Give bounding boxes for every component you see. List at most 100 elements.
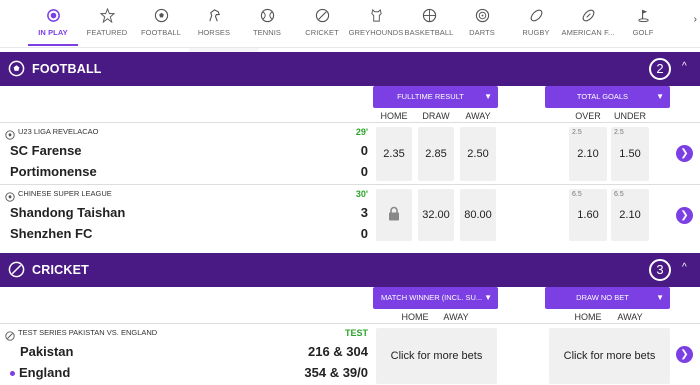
home-score: 0: [360, 143, 368, 158]
more-bets-button[interactable]: Click for more bets: [376, 328, 497, 384]
nav-label: DARTS: [469, 28, 495, 37]
cricket-section-header[interactable]: CRICKET 3 ^: [0, 253, 700, 287]
odds-draw[interactable]: 2.85: [418, 127, 454, 181]
nav-item-basketball[interactable]: BASKETBALL: [404, 0, 454, 46]
column-header-over: OVER: [575, 111, 601, 121]
football-icon: [5, 189, 15, 202]
basketball-icon: [422, 8, 437, 23]
cricket-icon: [5, 328, 15, 341]
nav-label: FEATURED: [86, 28, 128, 37]
home-score: 216 & 304: [308, 344, 368, 359]
odds-value: 80.00: [464, 209, 492, 221]
nav-label: BASKETBALL: [404, 28, 454, 37]
home-team: SC Farense: [10, 143, 82, 158]
nav-next-arrow[interactable]: ›: [694, 14, 697, 25]
nav-label: GOLF: [632, 28, 654, 37]
away-team: Portimonense: [10, 164, 97, 179]
league-name: TEST SERIES PAKISTAN VS. ENGLAND: [18, 328, 158, 337]
event-count-badge: 2: [649, 58, 671, 80]
event-row[interactable]: U23 LIGA REVELACAO 29' SC Farense Portim…: [0, 122, 700, 184]
cricket-icon: [315, 8, 330, 23]
nav-item-football[interactable]: FOOTBALL: [134, 0, 188, 46]
nav-item-darts[interactable]: DARTS: [460, 0, 504, 46]
golf-icon: [636, 8, 651, 23]
lock-icon: [376, 206, 412, 224]
dropdown-label: DRAW NO BET: [576, 293, 629, 302]
home-team: Pakistan: [20, 344, 74, 359]
nav-item-tennis[interactable]: TENNIS: [243, 0, 291, 46]
league-name: U23 LIGA REVELACAO: [18, 127, 99, 136]
more-markets-button[interactable]: ❯: [676, 346, 693, 363]
nav-item-cricket[interactable]: CRICKET: [298, 0, 346, 46]
odds-over[interactable]: 2.5 2.10: [569, 127, 607, 181]
nav-item-greyhounds[interactable]: GREYHOUNDS: [348, 0, 404, 46]
odds-value: 2.85: [425, 148, 447, 160]
home-team: Shandong Taishan: [10, 205, 126, 220]
away-score: 0: [360, 164, 368, 179]
match-minute: 29': [355, 127, 368, 137]
darts-icon: [475, 8, 490, 23]
football-market-bar: FULLTIME RESULT ▼ TOTAL GOALS ▼ HOME DRA…: [0, 86, 700, 122]
section-title: FOOTBALL: [32, 62, 102, 76]
rugby-icon: [529, 8, 544, 23]
caret-down-icon: ▼: [656, 92, 664, 101]
away-team: England: [19, 365, 71, 380]
odds-away[interactable]: 2.50: [460, 127, 496, 181]
american-football-icon: [581, 8, 596, 23]
odds-under[interactable]: 2.5 1.50: [611, 127, 649, 181]
odds-home[interactable]: 2.35: [376, 127, 412, 181]
away-score: 0: [360, 226, 368, 241]
caret-down-icon: ▼: [484, 293, 492, 302]
match-winner-dropdown[interactable]: MATCH WINNER (INCL. SU... ▼: [373, 287, 498, 309]
goals-line: 6.5: [614, 191, 624, 198]
column-header-under: UNDER: [613, 111, 646, 121]
total-goals-dropdown[interactable]: TOTAL GOALS ▼: [545, 86, 670, 108]
odds-under[interactable]: 6.5 2.10: [611, 189, 649, 241]
more-markets-button[interactable]: ❯: [676, 207, 693, 224]
odds-away[interactable]: 80.00: [460, 189, 496, 241]
nav-item-horses[interactable]: HORSES: [190, 0, 238, 46]
nav-label: GREYHOUNDS: [348, 28, 404, 37]
section-title: CRICKET: [32, 263, 89, 277]
goals-line: 2.5: [614, 129, 624, 136]
nav-item-featured[interactable]: FEATURED: [82, 0, 132, 46]
more-bets-button[interactable]: Click for more bets: [549, 328, 670, 384]
football-icon: [5, 127, 15, 140]
nav-item-american-football[interactable]: AMERICAN F...: [561, 0, 615, 46]
event-row[interactable]: TEST SERIES PAKISTAN VS. ENGLAND TEST Pa…: [0, 323, 700, 385]
nav-item-in-play[interactable]: IN PLAY: [24, 0, 82, 46]
draw-no-bet-dropdown[interactable]: DRAW NO BET ▼: [545, 287, 670, 309]
match-minute: 30': [355, 189, 368, 199]
odds-value: 2.35: [383, 148, 405, 160]
odds-value: 32.00: [422, 209, 450, 221]
odds-draw[interactable]: 32.00: [418, 189, 454, 241]
event-row[interactable]: CHINESE SUPER LEAGUE 30' Shandong Taisha…: [0, 184, 700, 244]
football-section-header[interactable]: FOOTBALL 2 ^: [0, 52, 700, 86]
goals-line: 2.5: [572, 129, 582, 136]
live-icon: [46, 8, 61, 23]
collapse-chevron[interactable]: ^: [682, 262, 687, 273]
nav-label: AMERICAN F...: [561, 28, 615, 37]
goals-line: 6.5: [572, 191, 582, 198]
column-header-away: AWAY: [617, 312, 643, 322]
nav-label: HORSES: [197, 28, 231, 37]
odds-over[interactable]: 6.5 1.60: [569, 189, 607, 241]
collapse-chevron[interactable]: ^: [682, 61, 687, 72]
nav-label: CRICKET: [305, 28, 339, 37]
tennis-icon: [260, 8, 275, 23]
more-markets-button[interactable]: ❯: [676, 145, 693, 162]
nav-item-golf[interactable]: GOLF: [620, 0, 666, 46]
football-icon: [154, 8, 169, 23]
sports-nav: IN PLAY FEATURED FOOTBALL HORSES TENNIS: [0, 0, 700, 48]
odds-home-suspended: [376, 189, 412, 241]
caret-down-icon: ▼: [484, 92, 492, 101]
greyhound-icon: [369, 8, 384, 23]
caret-down-icon: ▼: [656, 293, 664, 302]
away-score: 354 & 39/0: [304, 365, 368, 380]
dropdown-label: FULLTIME RESULT: [397, 92, 464, 101]
cricket-market-bar: MATCH WINNER (INCL. SU... ▼ DRAW NO BET …: [0, 287, 700, 323]
column-header-away: AWAY: [443, 312, 469, 322]
fulltime-result-dropdown[interactable]: FULLTIME RESULT ▼: [373, 86, 498, 108]
column-header-draw: DRAW: [422, 111, 450, 121]
nav-item-rugby[interactable]: RUGBY: [512, 0, 560, 46]
